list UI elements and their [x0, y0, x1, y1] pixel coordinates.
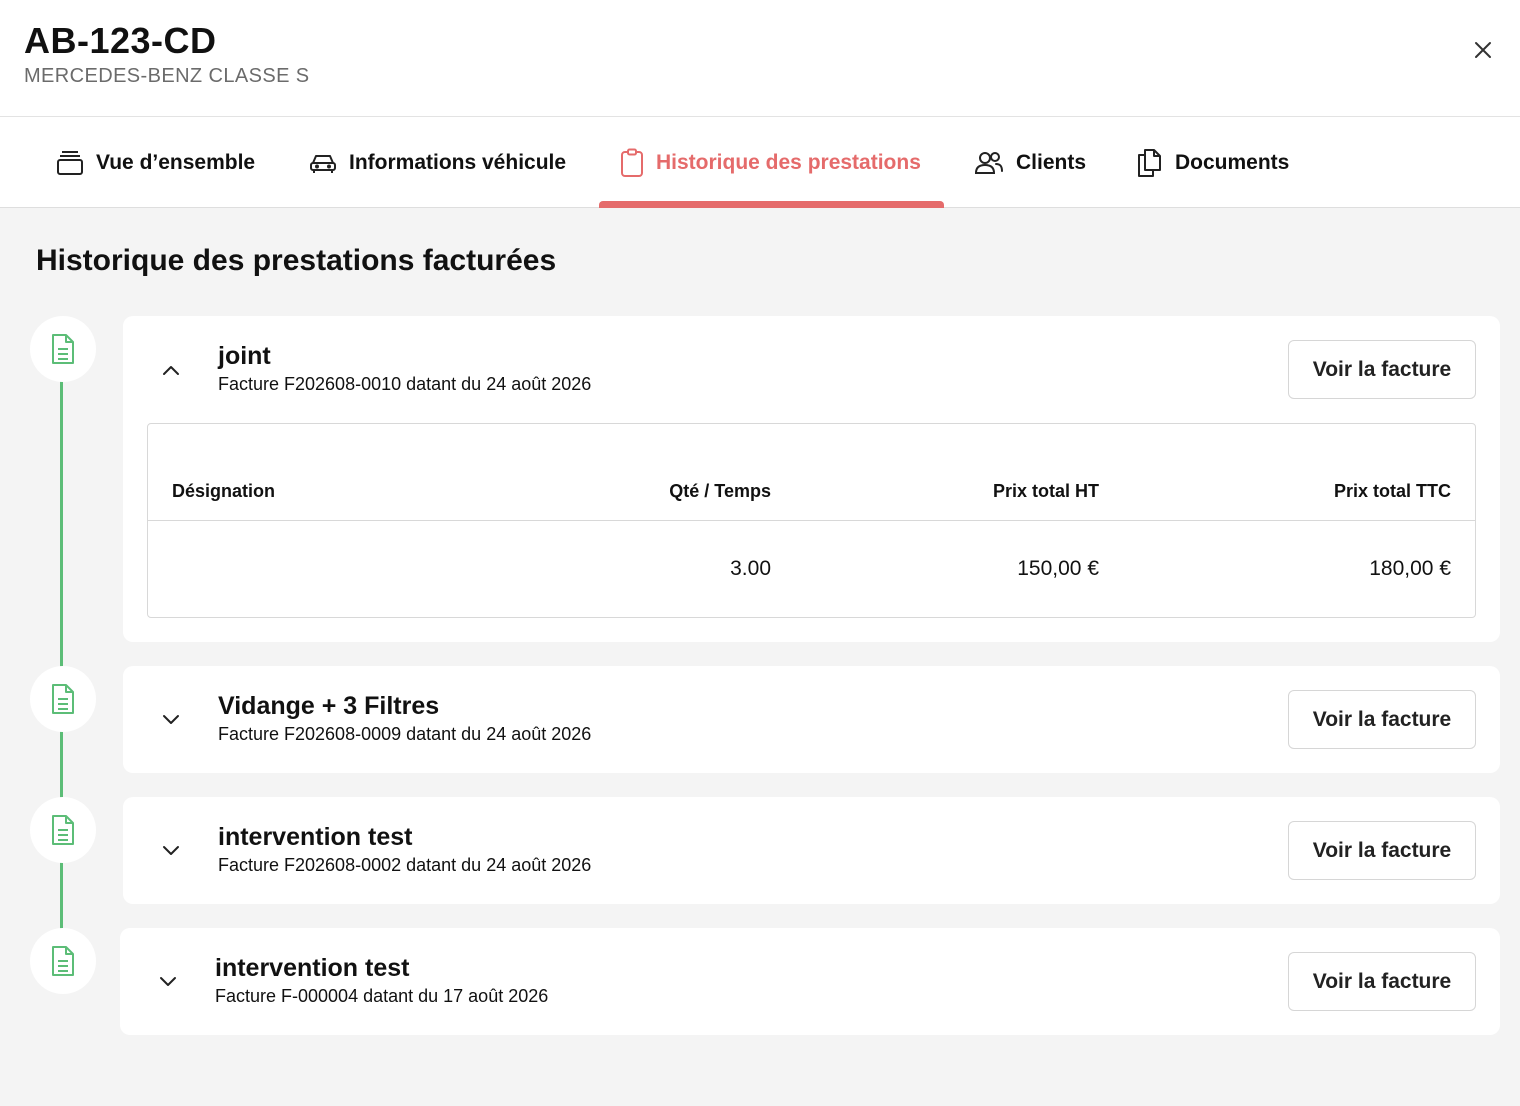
timeline-node: [30, 316, 96, 382]
column-header-total-ttc: Prix total TTC: [1333, 481, 1451, 501]
cell-total-ht: 150,00 €: [1017, 557, 1099, 580]
invoice-title: intervention test: [218, 823, 413, 851]
cell-quantity: 3.00: [730, 557, 771, 580]
cards-stack-icon: [57, 150, 83, 175]
invoice-document-icon: [52, 684, 74, 714]
tab-vehicle-info-label: Informations véhicule: [349, 150, 567, 174]
tab-clients-label: Clients: [1016, 150, 1087, 174]
active-tab-indicator: [599, 201, 944, 208]
table-header: [148, 424, 1475, 521]
invoice-title: Vidange + 3 Filtres: [218, 692, 440, 720]
column-header-total-ht: Prix total HT: [992, 481, 1099, 501]
invoice-document-icon: [52, 815, 74, 845]
view-invoice-button[interactable]: Voir la facture: [1288, 340, 1476, 399]
timeline-connector: [60, 380, 63, 670]
view-invoice-button[interactable]: Voir la facture: [1288, 952, 1476, 1011]
chevron-down-icon: [163, 715, 179, 724]
cell-total-ttc: 180,00 €: [1369, 557, 1451, 580]
invoice-subtitle: Facture F-000004 datant du 17 août 2026: [215, 986, 549, 1006]
invoice-title: intervention test: [215, 954, 410, 982]
tab-service-history[interactable]: Historique des prestations: [620, 117, 921, 208]
section-title: Historique des prestations facturées: [36, 244, 557, 277]
expand-toggle[interactable]: [159, 708, 183, 732]
timeline-node: [30, 666, 96, 732]
invoice-title: joint: [218, 342, 271, 370]
tab-overview-label: Vue d’ensemble: [96, 150, 256, 174]
car-icon: [310, 154, 336, 173]
tab-documents[interactable]: Documents: [1135, 117, 1289, 208]
timeline-node: [30, 928, 96, 994]
invoice-document-icon: [52, 334, 74, 364]
chevron-down-icon: [163, 846, 179, 855]
modal-header: AB-123-CD MERCEDES-BENZ CLASSE S: [0, 0, 1520, 117]
invoice-subtitle: Facture F202608-0010 datant du 24 août 2…: [218, 374, 592, 394]
invoice-card: intervention test Facture F-000004 datan…: [120, 928, 1500, 1035]
timeline-node: [30, 797, 96, 863]
clipboard-icon: [621, 148, 643, 177]
users-icon: [974, 151, 1003, 174]
chevron-up-icon: [163, 366, 179, 375]
documents-icon: [1138, 148, 1161, 177]
tab-documents-label: Documents: [1175, 150, 1290, 174]
invoice-subtitle: Facture F202608-0009 datant du 24 août 2…: [218, 724, 592, 744]
tab-vehicle-info[interactable]: Informations véhicule: [309, 117, 566, 208]
invoice-card: Vidange + 3 Filtres Facture F202608-0009…: [123, 666, 1500, 773]
invoice-card: intervention test Facture F202608-0002 d…: [123, 797, 1500, 904]
close-icon: [1475, 42, 1491, 58]
invoice-card: joint Facture F202608-0010 datant du 24 …: [123, 316, 1500, 642]
tab-service-history-label: Historique des prestations: [656, 150, 921, 174]
close-button[interactable]: [1468, 35, 1498, 65]
timeline-connector: [60, 731, 63, 801]
invoice-document-icon: [52, 946, 74, 976]
tab-bar: Vue d’ensemble Informations véhicule His…: [0, 117, 1520, 208]
vehicle-model: MERCEDES-BENZ CLASSE S: [24, 65, 310, 87]
timeline-connector: [60, 862, 63, 932]
tab-overview[interactable]: Vue d’ensemble: [56, 117, 255, 208]
expand-toggle[interactable]: [159, 839, 183, 863]
license-plate: AB-123-CD: [24, 20, 217, 61]
collapse-toggle[interactable]: [159, 358, 183, 382]
chevron-down-icon: [160, 977, 176, 986]
invoice-lines-table: Désignation Qté / Temps Prix total HT Pr…: [147, 423, 1476, 618]
view-invoice-button[interactable]: Voir la facture: [1288, 690, 1476, 749]
tab-clients[interactable]: Clients: [974, 117, 1086, 208]
invoice-subtitle: Facture F202608-0002 datant du 24 août 2…: [218, 855, 592, 875]
column-header-quantity: Qté / Temps: [669, 481, 771, 501]
column-header-designation: Désignation: [172, 481, 276, 501]
expand-toggle[interactable]: [156, 970, 180, 994]
view-invoice-button[interactable]: Voir la facture: [1288, 821, 1476, 880]
